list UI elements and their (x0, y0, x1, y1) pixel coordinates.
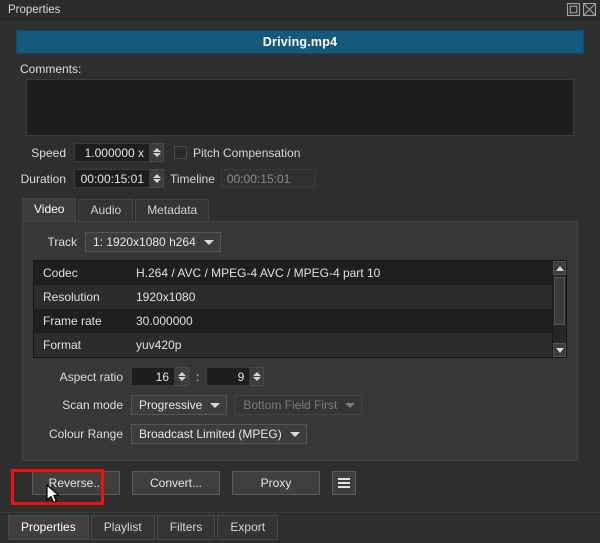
speed-stepper[interactable] (150, 143, 164, 162)
scroll-down-button[interactable] (553, 343, 566, 357)
video-audio-metadata-tabs: Video Audio Metadata (22, 198, 590, 221)
chevron-down-icon (210, 402, 221, 408)
bottom-tab-bar: Properties Playlist Filters Export (0, 512, 600, 543)
action-buttons: Reverse... Convert... Proxy (32, 471, 590, 495)
pitch-compensation-checkbox[interactable] (174, 146, 187, 159)
row-key: Resolution (43, 290, 100, 304)
chevron-down-icon (203, 239, 214, 245)
properties-panel: Properties Driving.mp4 Comments: Speed 1… (0, 0, 600, 543)
row-value: 30.000000 (136, 314, 193, 328)
aspect-ratio-denominator-stepper[interactable] (250, 367, 265, 386)
chevron-down-icon (345, 402, 356, 408)
duration-stepper[interactable] (150, 169, 164, 188)
panel-title: Properties (8, 3, 61, 16)
table-row[interactable]: Frame rate 30.000000 (34, 309, 552, 333)
track-select[interactable]: 1: 1920x1080 h264 (85, 232, 221, 252)
scroll-down-icon (555, 347, 564, 353)
colour-range-label: Colour Range (48, 427, 123, 441)
aspect-ratio-numerator-input[interactable]: 16 (131, 367, 175, 386)
chevron-down-icon (289, 431, 300, 437)
tab-metadata[interactable]: Metadata (135, 199, 210, 221)
titlebar-buttons (567, 3, 596, 16)
scan-mode-value: Progressive (139, 398, 203, 412)
titlebar: Properties (0, 0, 600, 20)
aspect-ratio-label: Aspect ratio (59, 369, 123, 384)
row-key: Format (43, 338, 82, 352)
timeline-value: 00:00:15:01 (220, 169, 316, 188)
scroll-up-icon (555, 265, 564, 271)
scan-mode-row: Scan mode Progressive Bottom Field First (33, 395, 567, 415)
mouse-cursor (46, 484, 60, 504)
table-scrollbar[interactable] (552, 261, 566, 357)
panel-body: Driving.mp4 Comments: Speed 1.000000 x P… (0, 20, 600, 495)
bottom-tab-playlist[interactable]: Playlist (90, 515, 155, 540)
stepper-up-icon (152, 148, 161, 152)
track-select-value: 1: 1920x1080 h264 (93, 235, 196, 249)
bottom-tab-export[interactable]: Export (217, 515, 279, 540)
stepper-up-icon (152, 174, 161, 178)
video-tab-pane: Track 1: 1920x1080 h264 Codec H.264 / AV… (22, 221, 578, 461)
file-name-banner: Driving.mp4 (16, 30, 584, 54)
float-icon[interactable] (567, 3, 580, 16)
stepper-up-icon (252, 372, 261, 376)
speed-row: Speed 1.000000 x Pitch Compensation (10, 143, 590, 162)
track-row: Track 1: 1920x1080 h264 (33, 232, 567, 252)
stepper-down-icon (152, 153, 161, 157)
colour-range-select[interactable]: Broadcast Limited (MPEG) (131, 424, 307, 444)
table-row[interactable]: Format yuv420p (34, 333, 552, 357)
convert-button[interactable]: Convert... (132, 471, 220, 495)
duration-label: Duration (20, 171, 66, 186)
field-order-value: Bottom Field First (243, 398, 338, 412)
track-label: Track (47, 235, 77, 249)
scroll-up-button[interactable] (553, 261, 566, 275)
scrollbar-thumb[interactable] (554, 277, 565, 325)
bottom-tab-filters[interactable]: Filters (156, 515, 216, 540)
duration-row: Duration 00:00:15:01 Timeline 00:00:15:0… (10, 169, 590, 188)
scrollbar-track[interactable] (553, 275, 566, 343)
aspect-ratio-separator: : (196, 369, 200, 384)
table-body: Codec H.264 / AVC / MPEG-4 AVC / MPEG-4 … (34, 261, 552, 357)
row-value: H.264 / AVC / MPEG-4 AVC / MPEG-4 part 1… (136, 266, 381, 280)
table-row[interactable]: Resolution 1920x1080 (34, 285, 552, 309)
stepper-down-icon (252, 377, 261, 381)
stepper-up-icon (177, 372, 186, 376)
field-order-select: Bottom Field First (235, 395, 363, 415)
comments-label: Comments: (20, 62, 82, 76)
bottom-tab-properties[interactable]: Properties (8, 515, 89, 540)
proxy-button[interactable]: Proxy (232, 471, 320, 495)
tab-video[interactable]: Video (22, 198, 77, 221)
row-value: yuv420p (136, 338, 182, 352)
aspect-ratio-numerator-stepper[interactable] (175, 367, 189, 386)
table-row[interactable]: Codec H.264 / AVC / MPEG-4 AVC / MPEG-4 … (34, 261, 552, 285)
colour-range-row: Colour Range Broadcast Limited (MPEG) (33, 424, 567, 444)
aspect-ratio-row: Aspect ratio 16 : 9 (33, 367, 567, 386)
close-icon[interactable] (583, 3, 596, 16)
row-value: 1920x1080 (136, 290, 196, 304)
colour-range-value: Broadcast Limited (MPEG) (139, 427, 282, 441)
row-key: Frame rate (43, 314, 102, 328)
comments-input[interactable] (26, 79, 574, 136)
row-key: Codec (43, 266, 78, 280)
aspect-ratio-denominator-input[interactable]: 9 (206, 367, 251, 386)
scan-mode-select[interactable]: Progressive (131, 395, 228, 415)
scan-mode-label: Scan mode (62, 398, 123, 412)
pitch-compensation-label: Pitch Compensation (193, 145, 301, 160)
hamburger-menu-icon (338, 478, 350, 488)
timeline-label: Timeline (170, 171, 215, 186)
speed-label: Speed (31, 145, 66, 160)
speed-input[interactable]: 1.000000 x (74, 143, 150, 162)
stepper-down-icon (152, 179, 161, 183)
menu-button[interactable] (332, 471, 356, 495)
media-properties-table: Codec H.264 / AVC / MPEG-4 AVC / MPEG-4 … (33, 260, 567, 358)
tab-audio[interactable]: Audio (78, 199, 134, 221)
stepper-down-icon (177, 377, 186, 381)
duration-input[interactable]: 00:00:15:01 (74, 169, 150, 188)
